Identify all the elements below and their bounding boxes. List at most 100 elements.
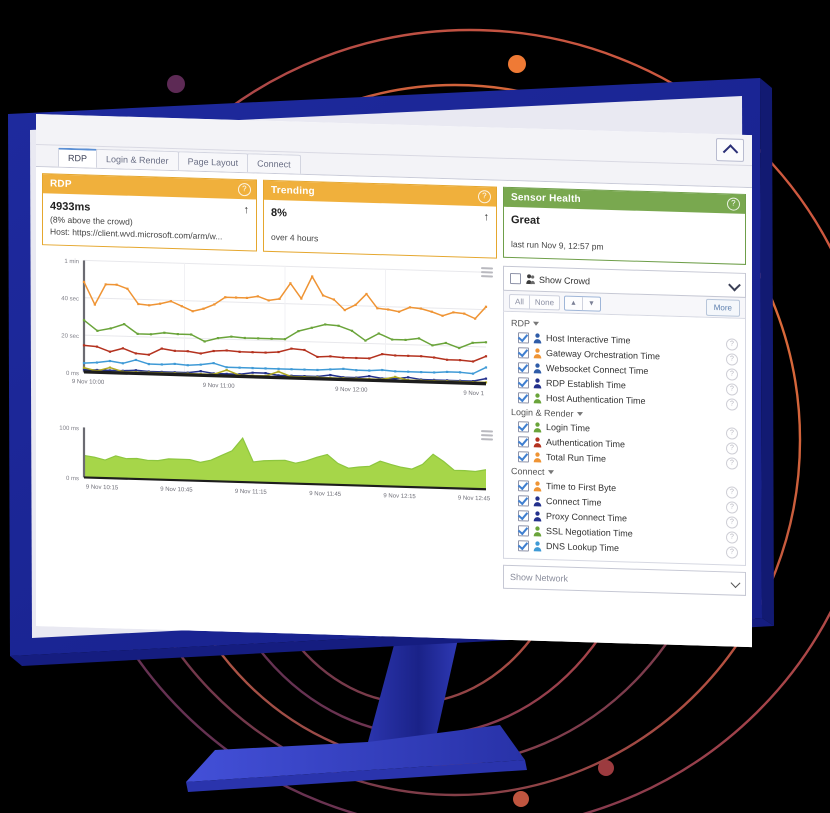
help-icon[interactable]: ? <box>726 516 738 529</box>
legend-item-label: Login Time <box>546 422 591 434</box>
left-column: RDP ? ↑ 4933ms (8% above the crowd) Host… <box>42 173 497 647</box>
help-icon[interactable]: ? <box>726 457 738 470</box>
card-trending: Trending ? ↑ 8% over 4 hours <box>263 179 497 259</box>
legend-item-label: Total Run Time <box>546 452 607 464</box>
person-icon <box>533 481 542 492</box>
legend-item-label: Authentication Time <box>546 437 626 450</box>
help-icon[interactable]: ? <box>478 190 491 204</box>
help-icon[interactable]: ? <box>727 197 740 211</box>
select-all-button[interactable]: All <box>510 294 529 308</box>
dashboard-body: RDP ? ↑ 4933ms (8% above the crowd) Host… <box>36 167 752 648</box>
help-icon[interactable]: ? <box>726 501 738 514</box>
person-icon <box>533 422 542 433</box>
chart1-x-tick-label: 9 Nov 11:00 <box>203 383 236 390</box>
latency-line-chart[interactable]: 0 ms 20 sec 40 sec 1 min 9 Nov 10:00 9 Nov 11… <box>42 251 497 422</box>
legend-item-label: Host Interactive Time <box>546 333 631 346</box>
caret-down-icon <box>547 470 554 475</box>
legend-group-label: RDP <box>511 318 531 329</box>
chart1-svg: 0 ms 20 sec 40 sec 1 min 9 Nov 10:00 9 Nov 11… <box>61 259 488 398</box>
legend-item-checkbox[interactable] <box>518 525 529 537</box>
card-trending-body: ↑ 8% over 4 hours <box>264 200 496 257</box>
legend-item-checkbox[interactable] <box>518 510 529 522</box>
legend-item-checkbox[interactable] <box>518 495 529 507</box>
help-icon[interactable]: ? <box>726 368 738 381</box>
tab-connect[interactable]: Connect <box>247 153 301 174</box>
people-icon <box>526 274 535 285</box>
trend-arrow-icon: ↑ <box>243 204 250 217</box>
help-icon[interactable]: ? <box>726 427 738 440</box>
person-icon <box>533 437 542 448</box>
help-icon[interactable]: ? <box>726 383 738 396</box>
help-icon[interactable]: ? <box>726 353 738 366</box>
tab-page-layout[interactable]: Page Layout <box>177 151 249 173</box>
monitor: RDP Login & Render Page Layout Connect R… <box>0 70 790 792</box>
chart1-x-tick-label: 9 Nov 1 <box>463 391 484 398</box>
legend-item-label: RDP Establish Time <box>546 378 626 391</box>
chart2-x-tick-label: 9 Nov 11:15 <box>235 489 268 496</box>
chart2-svg: 100 ms 0 ms 9 Nov 10:15 9 Nov 10:45 9 Nov 11… <box>59 426 491 503</box>
legend-item-checkbox[interactable] <box>518 392 529 404</box>
legend-item-label: DNS Lookup Time <box>546 541 620 554</box>
chart1-y-tick-label: 1 min <box>64 259 79 265</box>
hamburger-menu-icon[interactable] <box>481 267 493 278</box>
collapse-panel-button[interactable] <box>716 138 744 162</box>
legend-item-checkbox[interactable] <box>518 377 529 389</box>
legend-item-checkbox[interactable] <box>518 480 529 492</box>
show-crowd-checkbox[interactable] <box>510 272 521 285</box>
legend-item-checkbox[interactable] <box>518 436 529 448</box>
sort-down-button[interactable]: ▼ <box>581 296 600 311</box>
hamburger-menu-icon[interactable] <box>481 430 493 441</box>
legend-item-label: Connect Time <box>546 496 602 508</box>
help-icon[interactable]: ? <box>726 442 738 455</box>
chart1-y-tick-label: 0 ms <box>66 371 79 377</box>
sort-up-button[interactable]: ▲ <box>565 296 582 309</box>
legend-item-checkbox[interactable] <box>518 332 529 344</box>
legend-item-label: Time to First Byte <box>546 481 617 494</box>
chevron-down-icon[interactable] <box>730 578 741 589</box>
legend-item-checkbox[interactable] <box>518 362 529 374</box>
legend-item-checkbox[interactable] <box>518 421 529 433</box>
chart1-y-tick-label: 40 sec <box>61 296 79 303</box>
application-screen: RDP Login & Render Page Layout Connect R… <box>36 114 752 648</box>
help-icon[interactable]: ? <box>726 546 738 559</box>
card-sensor-health-title: Sensor Health <box>511 192 581 206</box>
help-icon[interactable]: ? <box>726 398 738 411</box>
chart1-x-tick-label: 9 Nov 10:00 <box>72 379 105 386</box>
select-none-button[interactable]: None <box>528 295 560 309</box>
legend-item-label: SSL Negotiation Time <box>546 526 633 539</box>
help-icon[interactable]: ? <box>726 486 738 499</box>
show-network-select[interactable]: Show Network <box>503 564 746 596</box>
person-icon <box>533 378 542 389</box>
network-area-chart[interactable]: 100 ms 0 ms 9 Nov 10:15 9 Nov 10:45 9 Nov 11… <box>42 414 497 525</box>
legend-item-label: Host Authentication Time <box>546 393 646 406</box>
person-icon <box>533 393 542 404</box>
sort-arrows-group[interactable]: ▲ ▼ <box>564 295 601 312</box>
card-rdp-title: RDP <box>50 178 72 191</box>
select-all-none-group[interactable]: All None <box>509 293 561 310</box>
legend-item-checkbox[interactable] <box>518 347 529 359</box>
card-sensor-health: Sensor Health ? Great last run Nov 9, 12… <box>503 186 746 265</box>
chevron-down-icon[interactable] <box>728 278 741 292</box>
help-icon[interactable]: ? <box>726 531 738 544</box>
card-trending-title: Trending <box>271 184 315 198</box>
legend-item-checkbox[interactable] <box>518 540 529 552</box>
tab-login-render[interactable]: Login & Render <box>96 148 179 171</box>
right-column: Sensor Health ? Great last run Nov 9, 12… <box>503 186 746 647</box>
card-sensor-health-body: Great last run Nov 9, 12:57 pm <box>504 207 745 264</box>
tab-rdp[interactable]: RDP <box>58 147 98 168</box>
person-icon <box>533 363 542 374</box>
help-icon[interactable]: ? <box>726 338 738 351</box>
card-rdp-body: ↑ 4933ms (8% above the crowd) Host: http… <box>43 193 256 250</box>
chevron-up-icon <box>722 143 738 160</box>
caret-down-icon <box>533 321 540 326</box>
show-crowd-label: Show Crowd <box>539 274 591 286</box>
more-button[interactable]: More <box>705 298 740 317</box>
legend-item-checkbox[interactable] <box>518 451 529 463</box>
help-icon[interactable]: ? <box>238 182 251 197</box>
person-icon <box>533 452 542 463</box>
chart2-x-tick-label: 9 Nov 10:45 <box>160 487 193 494</box>
person-icon <box>533 333 542 344</box>
chart2-x-tick-label: 9 Nov 12:45 <box>458 495 491 502</box>
trend-arrow-icon: ↑ <box>483 211 490 224</box>
legend-item-label: Proxy Connect Time <box>546 511 628 524</box>
